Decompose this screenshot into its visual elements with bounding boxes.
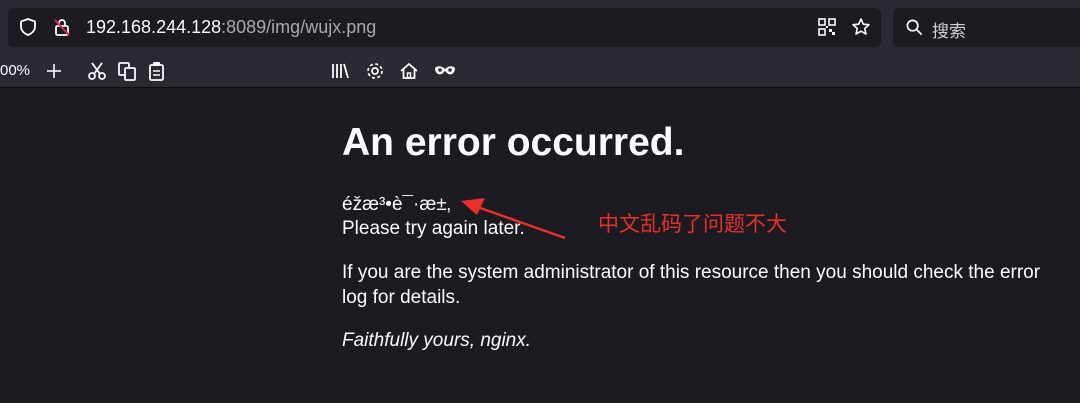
annotation-text: 中文乱码了问题不大 (598, 212, 787, 236)
paste-icon[interactable] (147, 61, 167, 83)
url-host: 192.168.244.128 (86, 17, 222, 37)
url-path: :8089/img/wujx.png (221, 17, 377, 37)
library-icon[interactable] (330, 61, 350, 83)
search-bar[interactable]: 搜索 (893, 8, 1080, 47)
annotation-arrow (461, 198, 566, 240)
browser-chrome: 192.168.244.128:8089/img/wujx.png 搜索 (0, 0, 1080, 55)
bookmark-star-icon[interactable] (851, 17, 871, 37)
toolbar: 00% (0, 55, 1080, 88)
cut-icon[interactable] (87, 61, 107, 83)
search-placeholder: 搜索 (932, 22, 966, 42)
private-mask-icon[interactable] (433, 61, 457, 83)
zoom-level[interactable]: 00% (0, 62, 30, 84)
url-bar[interactable]: 192.168.244.128:8089/img/wujx.png (8, 8, 881, 47)
qr-code-icon[interactable] (817, 17, 837, 37)
settings-icon[interactable] (365, 61, 385, 83)
page-content: An error occurred. éžæ³•è¯·æ±‚ Please tr… (0, 88, 1080, 403)
shield-icon[interactable] (18, 17, 38, 37)
home-icon[interactable] (399, 61, 419, 83)
page-title: An error occurred. (342, 121, 685, 164)
copy-icon[interactable] (117, 61, 137, 83)
garbled-message: éžæ³•è¯·æ±‚ (342, 194, 451, 215)
search-icon (905, 18, 924, 41)
zoom-in-icon[interactable] (44, 61, 64, 83)
signature: Faithfully yours, nginx. (342, 330, 532, 351)
insecure-lock-icon[interactable] (52, 17, 72, 37)
admin-message: If you are the system administrator of t… (342, 262, 1041, 308)
url-text[interactable]: 192.168.244.128:8089/img/wujx.png (86, 16, 376, 38)
